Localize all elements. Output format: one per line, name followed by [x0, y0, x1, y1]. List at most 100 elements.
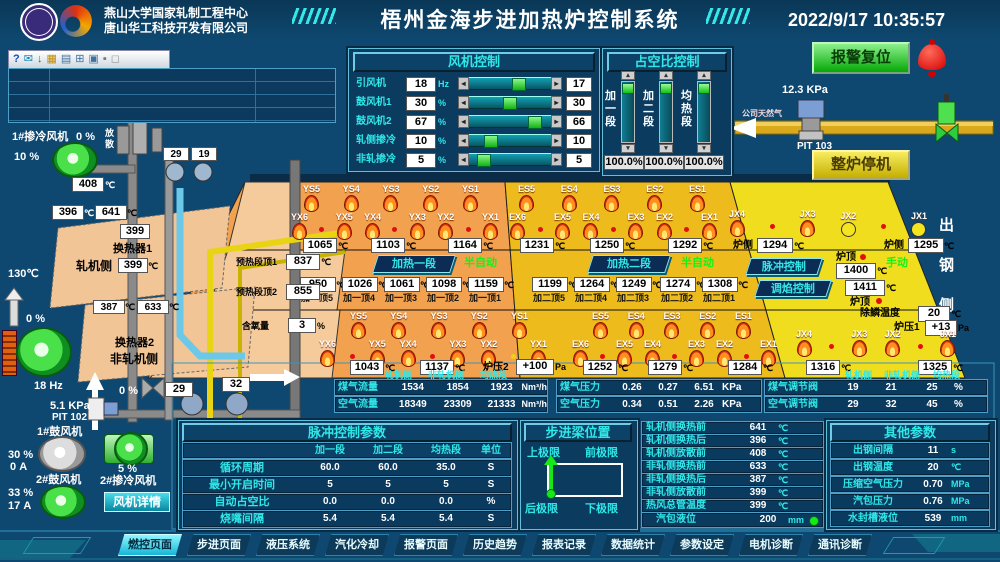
slider-left-arrow[interactable]: ◂	[458, 134, 469, 147]
unit-pa: Pa	[555, 362, 566, 373]
chart-icon[interactable]: ▦	[46, 53, 56, 66]
slider-right-arrow[interactable]: ▸	[551, 77, 562, 90]
flame-icon	[940, 340, 955, 357]
burner-label: ES1	[735, 311, 752, 321]
report-icon[interactable]: ⊞	[75, 53, 84, 66]
tab-combustion-page[interactable]: 燃控页面	[118, 534, 182, 556]
print-icon[interactable]: ▪	[103, 53, 107, 66]
tab-data-statistics[interactable]: 数据统计	[601, 534, 665, 556]
status-dot	[672, 354, 677, 359]
blower1-icon[interactable]	[38, 436, 86, 472]
tab-report-record[interactable]: 报表记录	[532, 534, 596, 556]
pulse-cell[interactable]: 5	[301, 479, 359, 491]
flame-adjust-badge[interactable]: 调焰控制	[754, 280, 832, 297]
pulse-cell[interactable]: 5	[417, 479, 475, 491]
help-icon[interactable]: ?	[13, 53, 20, 66]
slider-left-arrow[interactable]: ◂	[458, 153, 469, 166]
slider-thumb[interactable]	[484, 135, 498, 148]
induced-draft-fan-icon[interactable]	[16, 327, 72, 377]
slider-down-arrow[interactable]: ▾	[621, 144, 635, 153]
slider-left-arrow[interactable]: ◂	[458, 96, 469, 109]
slider-left-arrow[interactable]: ◂	[458, 77, 469, 90]
slider-up-arrow[interactable]: ▴	[621, 71, 635, 80]
slider-thumb[interactable]	[477, 154, 491, 167]
slider-down-arrow[interactable]: ▾	[697, 144, 711, 153]
download-icon[interactable]: ↓	[37, 53, 43, 66]
org-name-line1: 燕山大学国家轧制工程中心	[104, 6, 248, 20]
pulse-cell[interactable]: 5	[359, 479, 417, 491]
vent-label: 放散	[105, 128, 115, 150]
slider-up-arrow[interactable]: ▴	[697, 71, 711, 80]
slider-down-arrow[interactable]: ▾	[659, 144, 673, 153]
blower2-icon[interactable]	[40, 485, 86, 519]
tab-parameter-setting[interactable]: 参数设定	[670, 534, 734, 556]
fan-panel-title: 风机控制	[353, 52, 595, 72]
flame-icon	[431, 322, 446, 339]
alarm-list[interactable]	[8, 68, 336, 123]
status-dot	[350, 354, 355, 359]
fan1-icon[interactable]	[52, 142, 98, 178]
alarm-reset-button[interactable]: 报警复位	[812, 42, 910, 74]
pulse-cell[interactable]: 5.4	[359, 513, 417, 525]
fan-detail-button[interactable]: 风机详情	[104, 492, 170, 512]
slider-thumb[interactable]	[622, 83, 634, 94]
slider-right-arrow[interactable]: ▸	[551, 153, 562, 166]
tab-step-page[interactable]: 步进页面	[187, 534, 251, 556]
slider-right-arrow[interactable]: ▸	[551, 96, 562, 109]
fan-slider[interactable]: ◂▸	[458, 134, 562, 147]
burner-label: YX5	[369, 339, 386, 349]
fan-setpoint-input[interactable]: 18	[406, 77, 436, 92]
fan-slider[interactable]: ◂▸	[458, 153, 562, 166]
pulse-control-badge[interactable]: 脉冲控制	[745, 258, 823, 275]
tab-vaporization-cooling[interactable]: 汽化冷却	[325, 534, 389, 556]
pulse-cell[interactable]: 0.0	[359, 496, 417, 508]
slider-right-arrow[interactable]: ▸	[551, 115, 562, 128]
slider-thumb[interactable]	[512, 78, 526, 91]
pulse-cell[interactable]: 35.0	[417, 462, 475, 474]
pulse-cell[interactable]: 0.0	[417, 496, 475, 508]
duty-slider[interactable]	[621, 81, 635, 143]
window-icon[interactable]: ▣	[88, 53, 98, 66]
flame-icon	[483, 223, 498, 240]
slider-up-arrow[interactable]: ▴	[659, 71, 673, 80]
fan-slider[interactable]: ◂▸	[458, 115, 562, 128]
slider-thumb[interactable]	[528, 116, 542, 129]
pulse-cell[interactable]: 5.4	[301, 513, 359, 525]
pulse-cell[interactable]: 60.0	[301, 462, 359, 474]
tab-motor-diagnosis[interactable]: 电机诊断	[739, 534, 803, 556]
tab-history-trend[interactable]: 历史趋势	[463, 534, 527, 556]
tab-comm-diagnosis[interactable]: 通讯诊断	[808, 534, 872, 556]
unit-pct: %	[317, 321, 325, 332]
slider-thumb[interactable]	[660, 83, 672, 94]
fan-slider[interactable]: ◂▸	[458, 77, 562, 90]
fan-setpoint-input[interactable]: 10	[406, 134, 436, 149]
oxygen-label: 含氧量	[242, 321, 269, 332]
tab-hydraulic-system[interactable]: 液压系统	[256, 534, 320, 556]
fan-setpoint-input[interactable]: 67	[406, 115, 436, 130]
mail-icon[interactable]: ✉	[24, 53, 33, 66]
duty-slider[interactable]	[697, 81, 711, 143]
pulse-cell[interactable]: 0.0	[301, 496, 359, 508]
furnace-stop-button[interactable]: 整炉停机	[812, 150, 910, 180]
oxygen-value: 3	[288, 318, 316, 333]
pulse-cell[interactable]: 5.4	[417, 513, 475, 525]
zone-temp: 1103	[371, 238, 405, 253]
lock-icon[interactable]: ◻	[111, 53, 120, 66]
slider-right-arrow[interactable]: ▸	[551, 134, 562, 147]
slider-thumb[interactable]	[503, 97, 517, 110]
pulse-cell[interactable]: 60.0	[359, 462, 417, 474]
slider-left-arrow[interactable]: ◂	[458, 115, 469, 128]
fan-feedback-value: 10	[566, 134, 592, 149]
valve-value: 32	[222, 377, 250, 392]
tab-alarm-page[interactable]: 报警页面	[394, 534, 458, 556]
slider-thumb[interactable]	[698, 83, 710, 94]
burner-row-es-bottom-zone2: ES5 ES4 ES3 ES2 ES1	[592, 311, 752, 339]
flame-icon	[383, 195, 398, 212]
status-dot	[881, 224, 886, 229]
hx-row: 非轧侧换热前633℃	[641, 460, 824, 474]
fan-slider[interactable]: ◂▸	[458, 96, 562, 109]
folder-icon[interactable]: ▤	[61, 53, 71, 66]
fan-setpoint-input[interactable]: 30	[406, 96, 436, 111]
fan-setpoint-input[interactable]: 5	[406, 153, 436, 168]
duty-slider[interactable]	[659, 81, 673, 143]
